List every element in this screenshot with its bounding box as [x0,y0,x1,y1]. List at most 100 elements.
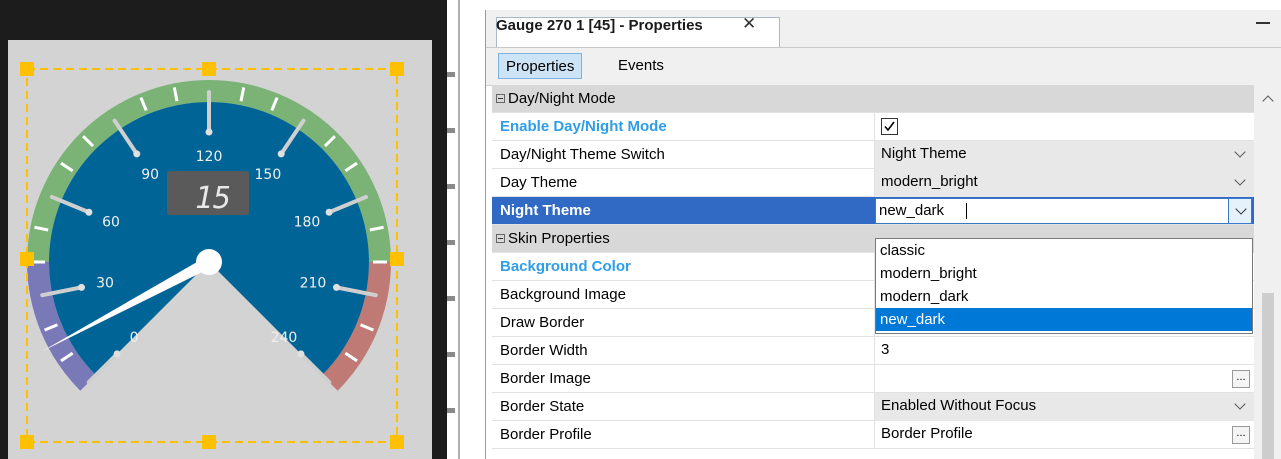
vertical-scrollbar[interactable] [1254,85,1281,459]
property-value-cell[interactable]: ... [874,365,1254,393]
ruler-tick [447,296,455,301]
day-theme-select[interactable]: modern_bright [874,169,1254,197]
collapse-icon[interactable] [496,234,505,243]
property-value-cell[interactable] [874,113,1254,141]
resize-handle [20,435,34,449]
night-theme-input[interactable]: new_dark [875,198,1252,224]
resize-handle [202,62,216,76]
text-caret [966,203,967,219]
panel-tabbar: Gauge 270 1 [45] - Properties ✕ [486,10,1281,48]
major-tick-dot [85,208,93,216]
property-row[interactable]: Day/Night Theme Switch Night Theme [492,141,1254,169]
close-icon[interactable]: ✕ [742,14,756,34]
tab-events[interactable]: Events [611,53,671,79]
panel-subtabs: Properties Events [486,48,1281,86]
property-row[interactable]: Border State Enabled Without Focus [492,393,1254,421]
property-name: Background Image [500,286,626,303]
design-canvas[interactable]: 0 30 60 90 120 150 180 210 240 15 [0,0,470,459]
major-tick-dot [133,150,141,158]
category-day-night-mode[interactable]: Day/Night Mode [492,85,1254,113]
properties-panel: Gauge 270 1 [45] - Properties ✕ Properti… [485,10,1281,459]
tab-properties-label: Properties [506,58,575,75]
scale-label: 30 [96,276,114,292]
major-tick-dot [333,283,341,291]
major-tick-dot [77,283,85,291]
ruler-tick [447,352,455,357]
resize-handle [390,252,404,266]
property-row-selected[interactable]: Night Theme new_dark [492,197,1254,225]
minimize-icon[interactable] [1256,22,1270,24]
property-name: Border State [500,398,585,415]
property-row[interactable]: Enable Day/Night Mode [492,113,1254,141]
major-tick-dot [277,150,285,158]
property-value: 3 [881,341,890,358]
property-value-cell[interactable]: 3 [874,337,1254,365]
scale-label: 150 [255,167,282,183]
dropdown-option[interactable]: modern_bright [876,262,1252,285]
border-state-select[interactable]: Enabled Without Focus [874,393,1254,421]
ruler-ticks [447,0,460,459]
dropdown-option[interactable]: modern_dark [876,285,1252,308]
chevron-down-icon[interactable] [1234,398,1246,410]
scrollbar-thumb[interactable] [1262,293,1274,459]
property-value: modern_bright [881,173,978,190]
property-name: Border Profile [500,426,592,443]
ellipsis-button[interactable]: ... [1232,426,1250,444]
property-row[interactable]: Border Width 3 [492,337,1254,365]
property-name: Day Theme [500,174,578,191]
night-theme-dropdown-list[interactable]: classic modern_bright modern_dark new_da… [875,238,1253,334]
category-label: Day/Night Mode [508,90,616,107]
resize-handle [390,62,404,76]
major-tick-dot [325,208,333,216]
category-label: Skin Properties [508,230,610,247]
chevron-down-icon [1235,203,1247,215]
resize-handle [20,252,34,266]
property-name: Background Color [500,258,631,275]
scroll-up-icon[interactable] [1262,95,1274,107]
property-row[interactable]: Border Image ... [492,365,1254,393]
ruler-tick [447,240,455,245]
scale-label: 60 [102,214,120,230]
tab-properties[interactable]: Properties [498,53,583,79]
dropdown-option-selected[interactable]: new_dark [876,308,1252,331]
property-name: Border Image [500,370,591,387]
scale-label: 210 [300,276,327,292]
dropdown-option[interactable]: classic [876,239,1252,262]
major-tick-dot [297,350,305,358]
chevron-down-icon[interactable] [1234,174,1246,186]
theme-switch-select[interactable]: Night Theme [874,141,1254,169]
collapse-icon[interactable] [496,94,505,103]
scale-label: 180 [294,214,321,230]
scale-label: 0 [130,330,139,346]
tab-events-label: Events [618,57,664,74]
dropdown-button[interactable] [1228,199,1251,223]
scale-label: 120 [196,149,223,165]
property-row[interactable]: Border Profile Border Profile ... [492,421,1254,449]
resize-handle [20,62,34,76]
major-tick-dot [205,128,213,136]
property-value: Night Theme [881,145,967,162]
ruler-line [458,0,460,459]
major-tick-dot [113,350,121,358]
property-name: Border Width [500,342,588,359]
gauge-widget[interactable]: 0 30 60 90 120 150 180 210 240 15 [0,0,470,459]
scale-label: 240 [271,330,298,346]
property-value: Border Profile [881,425,973,442]
enable-day-night-checkbox[interactable] [881,118,898,135]
needle-hub [196,249,222,275]
property-value-cell[interactable]: Border Profile ... [874,421,1254,449]
property-name: Day/Night Theme Switch [500,146,665,163]
ruler-tick [447,184,455,189]
ruler-tick [447,408,455,413]
property-value: Enabled Without Focus [881,397,1037,414]
ruler-tick [447,72,455,77]
property-name: Draw Border [500,314,585,331]
scale-label: 90 [141,167,159,183]
ruler-tick [447,128,455,133]
chevron-down-icon[interactable] [1234,146,1246,158]
ellipsis-button[interactable]: ... [1232,370,1250,388]
digital-value: 15 [195,181,231,216]
property-name: Enable Day/Night Mode [500,118,667,135]
property-row[interactable]: Day Theme modern_bright [492,169,1254,197]
resize-handle [390,435,404,449]
